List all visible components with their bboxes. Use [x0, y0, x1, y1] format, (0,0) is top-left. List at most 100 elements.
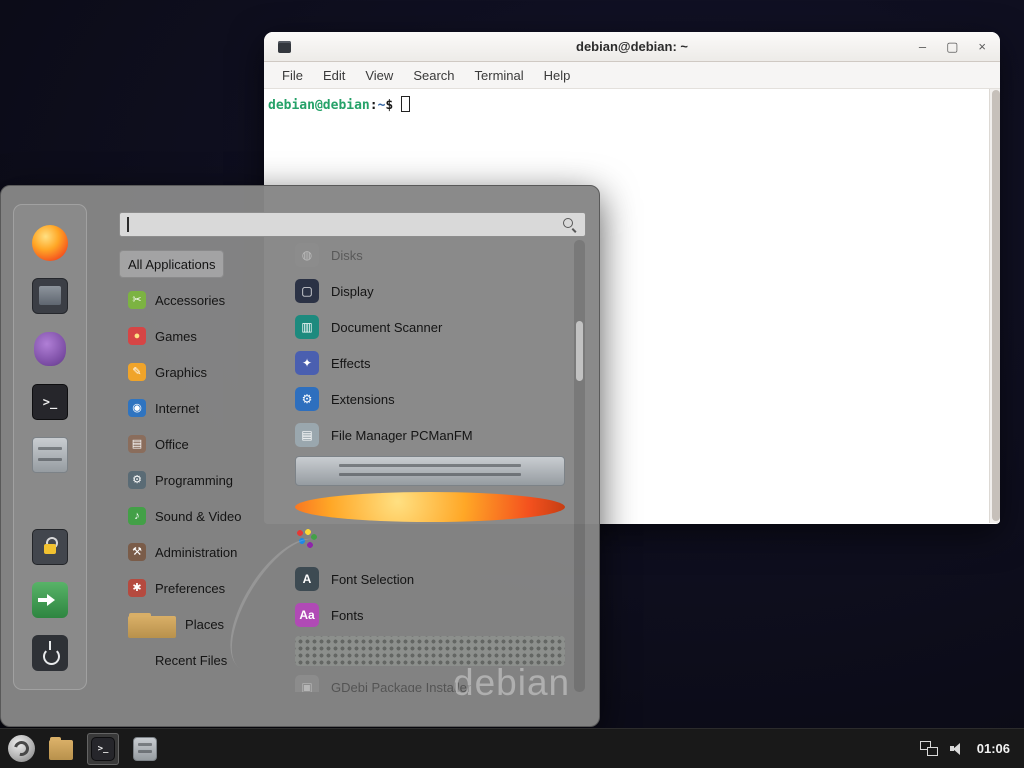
files-launcher[interactable]: [129, 733, 161, 765]
application-item[interactable]: Five or More: [291, 528, 569, 558]
terminal-scrollbar-thumb[interactable]: [992, 90, 1000, 521]
application-item[interactable]: ⚙ Extensions: [291, 384, 569, 414]
terminal-titlebar[interactable]: debian@debian: ~ – ▢ ×: [264, 32, 1000, 62]
category-item[interactable]: ✱ Preferences: [119, 574, 234, 602]
category-label: Recent Files: [155, 653, 227, 668]
category-label: All Applications: [128, 257, 215, 272]
preferences-icon: ✱: [128, 579, 146, 597]
network-icon[interactable]: [920, 741, 938, 756]
files-icon: [295, 456, 565, 486]
category-item[interactable]: ⚙ Programming: [119, 466, 242, 494]
bottom-panel: >_ 01:06: [0, 728, 1024, 768]
terminal-cursor: [401, 96, 410, 112]
favorite-item[interactable]: [32, 331, 68, 367]
application-item[interactable]: Four-in-a-row: [291, 636, 569, 666]
menu-scrollbar-thumb[interactable]: [576, 321, 583, 381]
application-item[interactable]: A Font Selection: [291, 564, 569, 594]
menubar-item[interactable]: Help: [534, 68, 581, 83]
category-label: Graphics: [155, 365, 207, 380]
category-item[interactable]: ✎ Graphics: [119, 358, 216, 386]
application-item[interactable]: ▥ Document Scanner: [291, 312, 569, 342]
application-label: Disks: [331, 248, 363, 263]
category-label: Administration: [155, 545, 237, 560]
application-item[interactable]: Firefox ESR: [291, 492, 569, 522]
menubar-item[interactable]: Edit: [313, 68, 355, 83]
application-label: Font Selection: [331, 572, 414, 587]
session-item[interactable]: [32, 635, 68, 671]
menubar-item[interactable]: Search: [403, 68, 464, 83]
category-item[interactable]: ▤ Office: [119, 430, 198, 458]
terminal-launcher[interactable]: >_: [87, 733, 119, 765]
application-label: Fonts: [331, 608, 364, 623]
sound-video-icon: ♪: [128, 507, 146, 525]
file-cabinet-icon: [133, 737, 157, 761]
maximize-button[interactable]: ▢: [946, 40, 958, 53]
folder-icon: [49, 740, 73, 760]
close-button[interactable]: ×: [978, 40, 986, 53]
category-item[interactable]: ✂ Accessories: [119, 286, 234, 314]
extensions-icon: ⚙: [295, 387, 319, 411]
menubar-item[interactable]: View: [355, 68, 403, 83]
prompt-dollar: $: [385, 98, 393, 113]
logout-icon: [32, 582, 68, 618]
programming-icon: ⚙: [128, 471, 146, 489]
category-item[interactable]: ● Games: [119, 322, 206, 350]
application-label: GDebi Package Installer: [331, 680, 471, 693]
favorite-item[interactable]: [32, 225, 68, 261]
category-item[interactable]: ♪ Sound & Video: [119, 502, 251, 530]
application-menu: >_: [0, 185, 600, 727]
lock-screen-icon: [32, 529, 68, 565]
category-item[interactable]: ⚒ Administration: [119, 538, 246, 566]
menubar-item[interactable]: File: [272, 68, 313, 83]
prompt-user-host: debian@debian: [268, 98, 370, 113]
application-label: Display: [331, 284, 374, 299]
favorite-item[interactable]: [32, 278, 68, 314]
favorite-item[interactable]: [32, 437, 68, 473]
session-item[interactable]: [32, 529, 68, 565]
application-item[interactable]: ▣ GDebi Package Installer: [291, 672, 569, 692]
internet-icon: ◉: [128, 399, 146, 417]
application-label: File Manager PCManFM: [331, 428, 473, 443]
clock[interactable]: 01:06: [977, 741, 1010, 756]
desktop: debian@debian: ~ – ▢ × FileEditViewSearc…: [0, 0, 1024, 768]
category-item[interactable]: All Applications: [119, 250, 224, 278]
terminal-scrollbar[interactable]: [989, 89, 1000, 523]
category-item[interactable]: Places: [119, 610, 185, 638]
menu-scrollbar[interactable]: [574, 240, 585, 692]
application-item[interactable]: ◍ Disks: [291, 240, 569, 270]
application-item[interactable]: Files: [291, 456, 569, 486]
fonts-icon: Aa: [295, 603, 319, 627]
session-item[interactable]: [32, 582, 68, 618]
four-in-a-row-icon: [295, 636, 565, 666]
application-item[interactable]: ▢ Display: [291, 276, 569, 306]
file-cabinet-icon: [32, 437, 68, 473]
category-label: Programming: [155, 473, 233, 488]
category-label: Internet: [155, 401, 199, 416]
prompt-colon: :: [370, 98, 378, 113]
application-label: Effects: [331, 356, 371, 371]
search-input[interactable]: [120, 213, 559, 236]
favorites-column: >_: [13, 204, 87, 690]
menu-button[interactable]: [8, 735, 35, 762]
application-item[interactable]: ✦ Effects: [291, 348, 569, 378]
firefox-icon: [32, 225, 68, 261]
application-item[interactable]: ▤ File Manager PCManFM: [291, 420, 569, 450]
category-label: Games: [155, 329, 197, 344]
volume-icon[interactable]: [950, 741, 965, 756]
system-tray: 01:06: [920, 741, 1016, 756]
favorite-item[interactable]: >_: [32, 384, 68, 420]
minimize-button[interactable]: –: [919, 40, 926, 53]
category-label: Places: [185, 617, 224, 632]
category-item[interactable]: Recent Files: [119, 646, 236, 674]
document-scanner-icon: ▥: [295, 315, 319, 339]
application-item[interactable]: Aa Fonts: [291, 600, 569, 630]
text-caret: [127, 217, 129, 232]
category-item[interactable]: ◉ Internet: [119, 394, 208, 422]
window-title: debian@debian: ~: [264, 39, 1000, 54]
category-list: All Applications ✂ Accessories ● Games ✎…: [119, 250, 251, 682]
category-label: Sound & Video: [155, 509, 242, 524]
file-manager-launcher[interactable]: [45, 733, 77, 765]
five-or-more-icon: [295, 528, 565, 558]
disks-icon: ◍: [295, 243, 319, 267]
menubar-item[interactable]: Terminal: [465, 68, 534, 83]
